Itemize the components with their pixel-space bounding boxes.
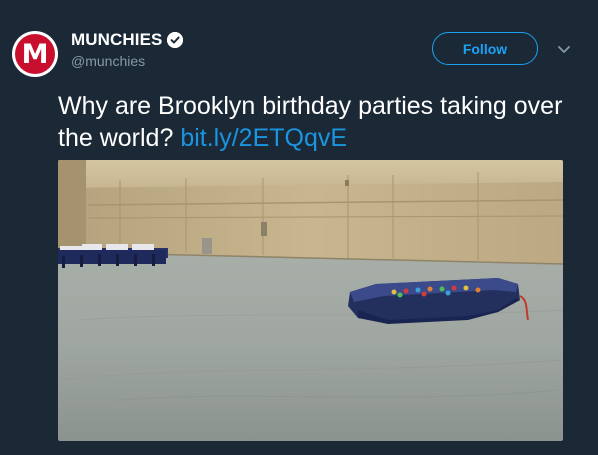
avatar[interactable]: M [12, 31, 58, 77]
user-handle[interactable]: @munchies [71, 53, 145, 69]
verified-badge-icon [167, 32, 184, 48]
tweet-text: Why are Brooklyn birthday parties taking… [58, 90, 578, 154]
display-name[interactable]: MUNCHIES [71, 30, 162, 50]
tweet-card: M MUNCHIES @munchies Follow Why are Broo… [0, 0, 598, 455]
chevron-down-icon[interactable] [556, 41, 572, 57]
tweet-link[interactable]: bit.ly/2ETQqvE [180, 124, 347, 152]
avatar-logo: M [15, 34, 55, 74]
tweet-photo[interactable] [58, 160, 563, 441]
convention-hall-ball-pit-image [58, 160, 563, 441]
author-name-row: MUNCHIES [71, 30, 184, 50]
follow-button[interactable]: Follow [432, 32, 538, 65]
